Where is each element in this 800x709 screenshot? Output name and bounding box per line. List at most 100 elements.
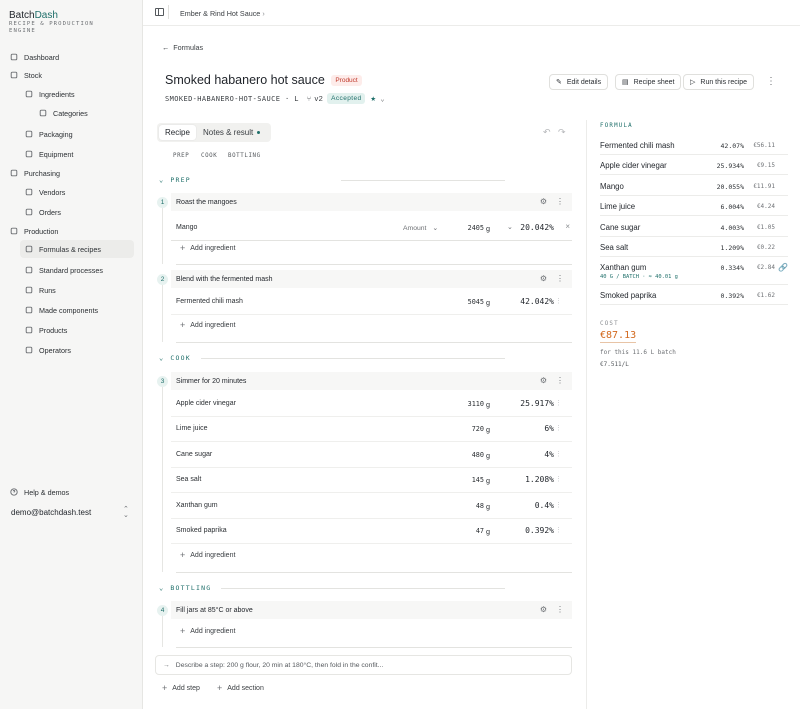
brand[interactable]: BatchDash RECIPE & PRODUCTION ENGINE: [9, 10, 119, 35]
sliders-icon[interactable]: ⚙: [540, 197, 547, 206]
sidebar-item-products[interactable]: Products: [24, 321, 134, 339]
ingredient-amount[interactable]: 145: [431, 476, 484, 484]
amount-mode-select[interactable]: Amount ⌄: [403, 224, 438, 232]
sidebar-item-stock[interactable]: Stock: [9, 66, 134, 84]
ingredient-name[interactable]: Cane sugar: [176, 451, 212, 458]
jump-prep[interactable]: PREP: [173, 153, 189, 159]
ingredient-name[interactable]: Apple cider vinegar: [176, 400, 236, 407]
add-step-button[interactable]: + Add step: [162, 683, 200, 693]
step-header[interactable]: Fill jars at 85°C or above ⚙ ⋮: [171, 601, 572, 619]
sidebar-item-categories[interactable]: Categories: [38, 104, 134, 122]
ingredient-row[interactable]: Smoked paprika 47 g 0.392% ⋮: [171, 519, 572, 544]
sidebar-item-vendors[interactable]: Vendors: [24, 183, 134, 201]
ingredient-row[interactable]: Mango 2405 g 20.042% Amount ⌄ ⌄ ×: [171, 216, 572, 241]
ingredient-name[interactable]: Mango: [176, 224, 197, 231]
section-header[interactable]: ⌄ PREP: [159, 176, 191, 184]
formula-row[interactable]: Lime juice 6.004% €4.24: [600, 196, 788, 216]
section-header[interactable]: ⌄ COOK: [159, 354, 191, 362]
remove-icon[interactable]: ×: [565, 222, 570, 231]
sidebar-item-ingredients[interactable]: Ingredients: [24, 85, 134, 103]
formula-row[interactable]: Mango 20.055% €11.91: [600, 176, 788, 196]
formula-row[interactable]: Cane sugar 4.003% €1.05: [600, 217, 788, 237]
sidebar-item-runs[interactable]: Runs: [24, 281, 134, 299]
tab-notes[interactable]: Notes & result: [197, 125, 266, 140]
undo-icon[interactable]: ↶: [543, 127, 551, 138]
formula-row[interactable]: Sea salt 1.209% €0.22: [600, 237, 788, 257]
ingredient-unit[interactable]: g: [486, 527, 490, 536]
help-link[interactable]: Help & demos: [9, 483, 134, 501]
formula-row[interactable]: Smoked paprika 0.392% €1.62: [600, 285, 788, 305]
chevron-updown-icon[interactable]: ⌃ ⌄: [123, 506, 129, 519]
formula-row[interactable]: Apple cider vinegar 25.934% €9.15: [600, 155, 788, 175]
more-vertical-icon[interactable]: ⋮: [556, 605, 564, 614]
add-ingredient-button[interactable]: + Add ingredient: [180, 550, 235, 560]
ingredient-unit[interactable]: g: [486, 224, 490, 233]
sidebar-item-orders[interactable]: Orders: [24, 203, 134, 221]
sidebar-item-standard-processes[interactable]: Standard processes: [24, 261, 134, 279]
sliders-icon[interactable]: ⚙: [540, 605, 547, 614]
step-header[interactable]: Blend with the fermented mash ⚙ ⋮: [171, 270, 572, 288]
sidebar-item-made-components[interactable]: Made components: [24, 301, 134, 319]
ingredient-unit[interactable]: g: [486, 425, 490, 434]
ingredient-amount[interactable]: 47: [431, 527, 484, 535]
ingredient-name[interactable]: Sea salt: [176, 476, 201, 483]
ingredient-row[interactable]: Xanthan gum 48 g 0.4% ⋮: [171, 494, 572, 519]
ingredient-amount[interactable]: 2405: [431, 224, 484, 232]
ingredient-row[interactable]: Fermented chili mash 5045 g 42.042% ⋮: [171, 290, 572, 315]
more-vertical-icon[interactable]: ⋮: [555, 450, 562, 458]
step-header[interactable]: Simmer for 20 minutes ⚙ ⋮: [171, 372, 572, 390]
breadcrumb[interactable]: Ember & Rind Hot Sauce ›: [180, 9, 265, 18]
more-vertical-icon[interactable]: ⋮: [555, 526, 562, 534]
sidebar-item-production[interactable]: Production: [9, 222, 134, 240]
sidebar-item-dashboard[interactable]: Dashboard: [9, 48, 134, 66]
ingredient-unit[interactable]: g: [486, 476, 490, 485]
breadcrumb-item[interactable]: Ember & Rind Hot Sauce: [180, 9, 260, 18]
jump-cook[interactable]: COOK: [201, 153, 217, 159]
sidebar-toggle-icon[interactable]: [155, 8, 164, 16]
formula-row[interactable]: Fermented chili mash 42.07% €56.11: [600, 135, 788, 155]
ingredient-unit[interactable]: g: [486, 298, 490, 307]
more-vertical-icon[interactable]: ⋮: [555, 475, 562, 483]
more-vertical-icon[interactable]: ⋮: [555, 399, 562, 407]
ingredient-amount[interactable]: 480: [431, 451, 484, 459]
user-email[interactable]: demo@batchdash.test: [11, 508, 91, 517]
ingredient-name[interactable]: Fermented chili mash: [176, 298, 243, 305]
more-vertical-icon[interactable]: ⋮: [556, 197, 564, 206]
more-vertical-icon[interactable]: ⋮: [555, 297, 562, 305]
edit-details-button[interactable]: ✎ Edit details: [549, 74, 609, 90]
ingredient-amount[interactable]: 5045: [431, 298, 484, 306]
back-link[interactable]: ← Formulas: [162, 43, 203, 52]
ingredient-amount[interactable]: 48: [431, 502, 484, 510]
sidebar-item-equipment[interactable]: Equipment: [24, 145, 134, 163]
jump-bottling[interactable]: BOTTLING: [228, 153, 261, 159]
add-ingredient-button[interactable]: + Add ingredient: [180, 320, 235, 330]
more-vertical-icon[interactable]: ⋮: [555, 501, 562, 509]
ingredient-name[interactable]: Xanthan gum: [176, 502, 218, 509]
add-ingredient-button[interactable]: + Add ingredient: [180, 626, 235, 636]
sidebar-item-operators[interactable]: Operators: [24, 341, 134, 359]
ingredient-amount[interactable]: 3110: [431, 400, 484, 408]
recipe-sheet-button[interactable]: ▤ Recipe sheet: [615, 74, 682, 90]
ingredient-row[interactable]: Cane sugar 480 g 4% ⋮: [171, 443, 572, 468]
step-header[interactable]: Roast the mangoes ⚙ ⋮: [171, 193, 572, 211]
ingredient-unit[interactable]: g: [486, 400, 490, 409]
add-ingredient-button[interactable]: + Add ingredient: [180, 243, 235, 253]
unit-chevron-icon[interactable]: ⌄: [507, 223, 513, 231]
redo-icon[interactable]: ↷: [558, 127, 566, 138]
run-recipe-button[interactable]: ▷ Run this recipe: [683, 74, 755, 90]
ingredient-name[interactable]: Lime juice: [176, 425, 208, 432]
sidebar-item-formulas-recipes[interactable]: Formulas & recipes: [20, 240, 134, 258]
tab-recipe[interactable]: Recipe: [159, 125, 196, 140]
more-vertical-icon[interactable]: ⋮: [556, 376, 564, 385]
more-vertical-icon[interactable]: ⋮: [555, 424, 562, 432]
sliders-icon[interactable]: ⚙: [540, 376, 547, 385]
section-header[interactable]: ⌄ BOTTLING: [159, 584, 211, 592]
step-composer[interactable]: → Describe a step: 200 g flour, 20 min at…: [155, 655, 572, 675]
add-section-button[interactable]: + Add section: [217, 683, 264, 693]
ingredient-amount[interactable]: 720: [431, 425, 484, 433]
ingredient-row[interactable]: Sea salt 145 g 1.208% ⋮: [171, 468, 572, 493]
more-menu-icon[interactable]: ⋮: [766, 76, 776, 87]
link-icon[interactable]: 🔗: [778, 263, 788, 272]
version[interactable]: v2: [314, 94, 323, 103]
ingredient-unit[interactable]: g: [486, 502, 490, 511]
